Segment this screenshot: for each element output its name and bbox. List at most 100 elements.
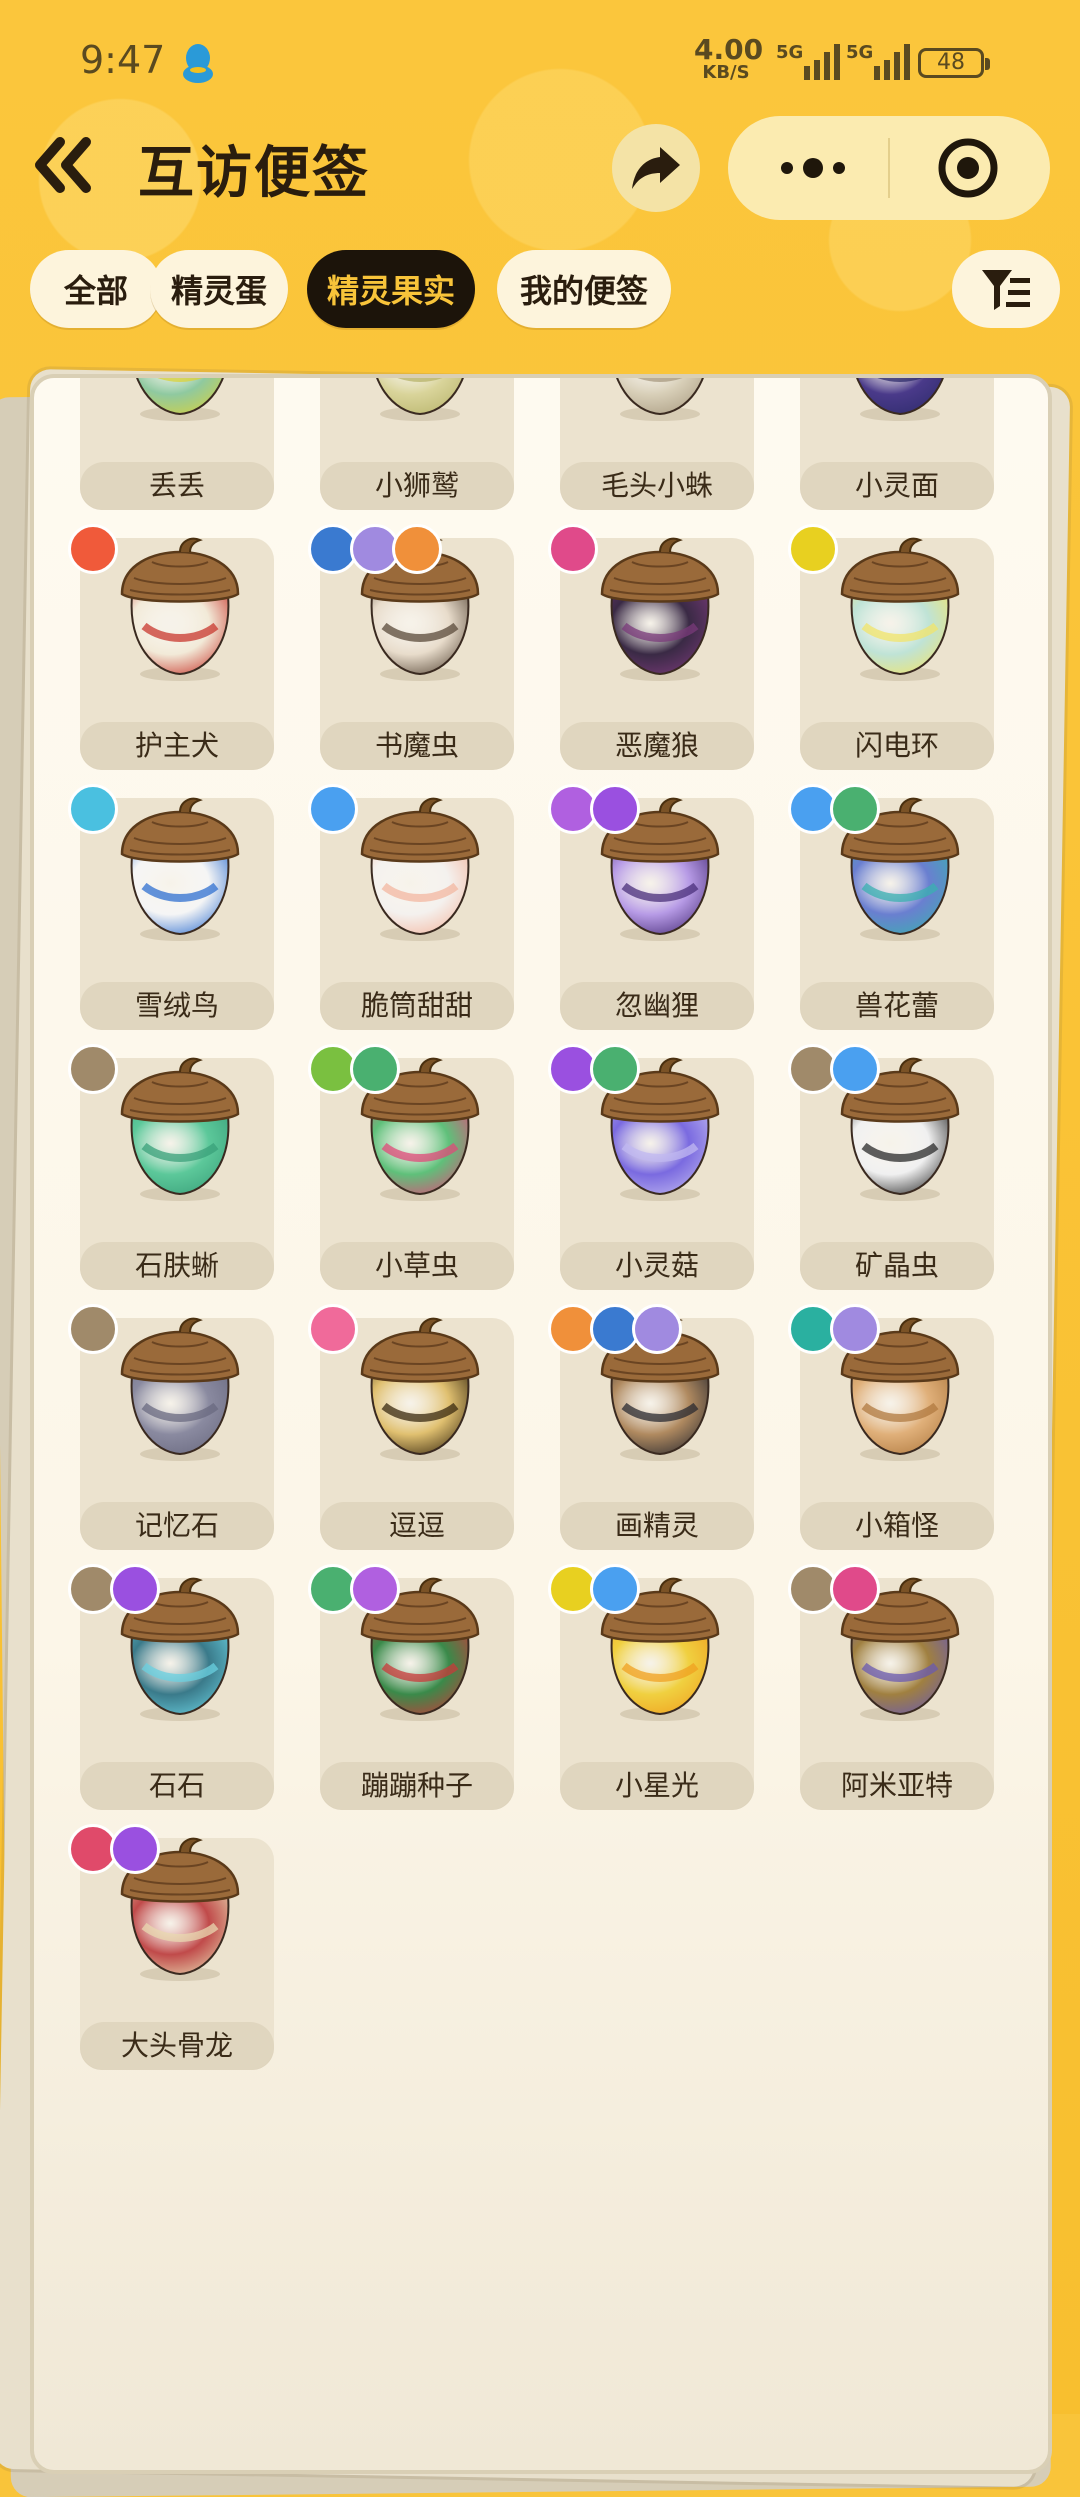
mountain-icon [68,1044,118,1094]
acorn-fruit-image [616,378,704,421]
fruit-item[interactable]: 逗逗 [308,1304,514,1550]
miniprogram-capsule [728,116,1050,220]
attribute-badges [788,1564,880,1614]
fruit-name: 小灵面 [800,462,994,510]
fruit-name: 脆筒甜甜 [320,982,514,1030]
share-icon [632,147,680,189]
fruit-name: 丢丢 [80,462,274,510]
capsule-divider [888,138,890,198]
fruit-item[interactable]: 闪电环 [788,524,994,770]
battery-indicator: 48 [918,48,990,78]
attribute-badges [548,1564,640,1614]
bubble-icon [350,1564,400,1614]
bolt-icon [788,524,838,574]
acorn-fruit-image [376,378,464,421]
attribute-badges [788,1304,880,1354]
tab-fruits[interactable]: 精灵果实 [307,250,475,328]
svg-text:5G: 5G [846,42,873,63]
fruit-item[interactable]: 丢丢 [74,378,274,510]
fruit-item[interactable]: 小星光 [548,1564,754,1810]
fruit-item[interactable]: 石肤蜥 [68,1044,274,1290]
snowflake-icon [830,1044,880,1094]
acorn-fruit-image [120,1317,240,1461]
fruit-item[interactable]: 脆筒甜甜 [308,784,514,1030]
fruit-name: 阿米亚特 [800,1762,994,1810]
share-button[interactable] [612,124,700,212]
fruit-name: 兽花蕾 [800,982,994,1030]
fruit-item[interactable]: 兽花蕾 [788,784,994,1030]
fruit-name: 矿晶虫 [800,1242,994,1290]
acorn-fruit-image [136,378,224,421]
fruit-name: 小草虫 [320,1242,514,1290]
acorn-fruit-image [360,797,480,941]
fruit-item[interactable]: 恶魔狼 [548,524,754,770]
fruit-item[interactable]: 忽幽狸 [548,784,754,1030]
fruit-name: 蹦蹦种子 [320,1762,514,1810]
heart-icon [308,1304,358,1354]
acorn-fruit-image [600,537,720,681]
acorn-fruit-image [120,1057,240,1201]
spiral-icon [632,1304,682,1354]
tab-all[interactable]: 全部 [30,250,162,328]
attribute-badges [308,784,358,834]
attribute-badges [548,1304,682,1354]
attribute-badges [68,784,118,834]
fruit-name: 石肤蜥 [80,1242,274,1290]
svg-text:5G: 5G [776,42,803,63]
attribute-badges [68,1044,118,1094]
fruit-item[interactable]: 护主犬 [68,524,274,770]
fruit-item[interactable]: 小狮鹫 [314,378,514,510]
attribute-badges [68,524,118,574]
fruit-name: 闪电环 [800,722,994,770]
fruit-item[interactable]: 矿晶虫 [788,1044,994,1290]
close-miniprogram-button[interactable] [936,136,1000,200]
fruit-item[interactable]: 画精灵 [548,1304,754,1550]
page-title: 互访便签 [138,141,370,206]
fruit-item[interactable]: 大头骨龙 [68,1824,274,2070]
fruit-item[interactable]: 蹦蹦种子 [308,1564,514,1810]
attribute-badges [308,1044,400,1094]
signal-icon: 5G [846,42,910,80]
attribute-badges [308,1304,358,1354]
fruit-item[interactable]: 记忆石 [68,1304,274,1550]
fruit-item[interactable]: 小灵面 [794,378,994,510]
attribute-badges [68,1304,118,1354]
fruit-item[interactable]: 雪绒鸟 [68,784,274,1030]
tab-my-notes[interactable]: 我的便签 [497,250,671,328]
fruit-item[interactable]: 阿米亚特 [788,1564,994,1810]
fruit-name: 小灵菇 [560,1242,754,1290]
attribute-badges [68,1824,160,1874]
wing-icon [68,784,118,834]
acorn-fruit-image [120,797,240,941]
qq-icon [183,44,213,83]
filter-icon [982,270,1030,310]
fruit-name: 小星光 [560,1762,754,1810]
tab-eggs[interactable]: 精灵蛋 [150,250,288,328]
fruit-item[interactable]: 石石 [68,1564,274,1810]
attribute-badges [548,524,598,574]
attribute-badges [308,524,442,574]
fruit-item[interactable]: 书魔虫 [308,524,514,770]
acorn-fruit-image [120,537,240,681]
fruit-item[interactable]: 小灵菇 [548,1044,754,1290]
leaf-icon [590,1044,640,1094]
crown-icon [392,524,442,574]
back-button[interactable] [30,130,100,200]
snowflake-icon [590,1564,640,1614]
leaf-icon [830,784,880,834]
fruit-item[interactable]: 小草虫 [308,1044,514,1290]
filter-button[interactable] [952,250,1060,328]
leaf-icon [350,1044,400,1094]
fruit-name: 护主犬 [80,722,274,770]
fruit-name: 逗逗 [320,1502,514,1550]
ghost-icon [590,784,640,834]
fruit-item[interactable]: 毛头小蛛 [554,378,754,510]
acorn-fruit-image [360,1317,480,1461]
snowflake-icon [308,784,358,834]
fruit-name: 忽幽狸 [560,982,754,1030]
spiral-icon [830,1304,880,1354]
fruit-name: 小狮鹫 [320,462,514,510]
mountain-icon [68,1304,118,1354]
fruit-item[interactable]: 小箱怪 [788,1304,994,1550]
more-button[interactable] [758,138,868,198]
